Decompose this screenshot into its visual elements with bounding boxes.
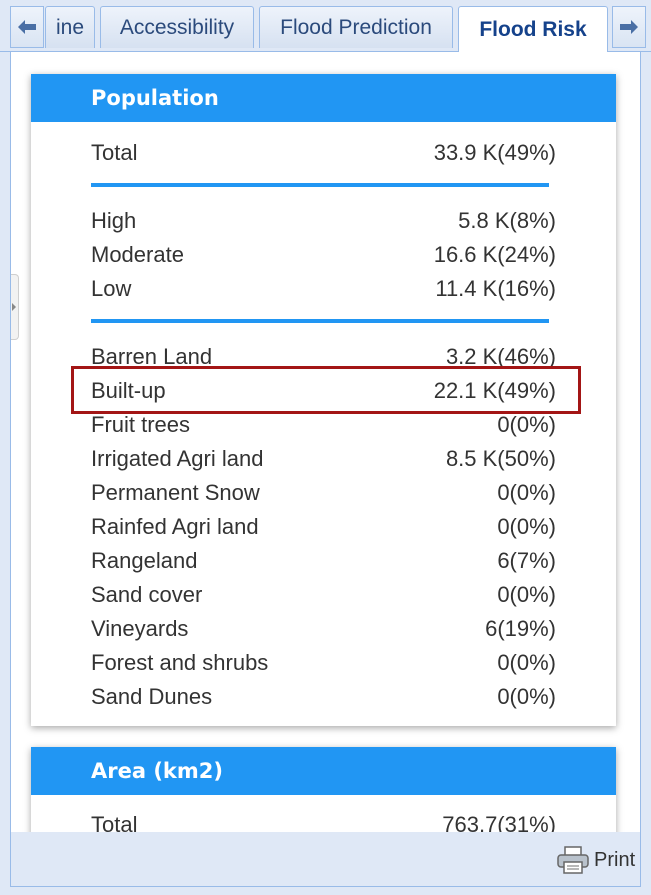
landcover-row-rainfed-agri-land: Rainfed Agri land 0(0%)	[91, 510, 556, 544]
row-label: Total	[91, 812, 138, 832]
footer-toolbar	[10, 832, 641, 887]
row-value: 5.8 K(8%)	[458, 208, 556, 233]
row-value: 0(0%)	[497, 582, 556, 607]
landcover-row-sand-dunes: Sand Dunes 0(0%)	[91, 680, 556, 714]
panel-footer	[0, 832, 651, 895]
population-card: Population Total 33.9 K(49%) High 5.8 K(…	[31, 74, 616, 726]
row-value: 0(0%)	[497, 684, 556, 709]
row-label: Low	[91, 276, 132, 301]
row-label: Built-up	[91, 378, 166, 403]
row-label: Total	[91, 140, 138, 165]
tab-scroll-left-button[interactable]	[10, 6, 44, 48]
row-value: 8.5 K(50%)	[445, 446, 556, 471]
row-value: 3.2 K(46%)	[445, 344, 556, 369]
landcover-row-irrigated-agri-land: Irrigated Agri land 8.5 K(50%)	[91, 442, 556, 476]
row-value: 33.9 K(49%)	[433, 140, 556, 165]
row-label: Fruit trees	[91, 412, 191, 437]
landcover-row-built-up: Built-up 22.1 K(49%)	[91, 374, 556, 408]
risk-row-moderate: Moderate 16.6 K(24%)	[91, 238, 556, 272]
landcover-row-permanent-snow: Permanent Snow 0(0%)	[91, 476, 556, 510]
row-label: Barren Land	[91, 344, 213, 369]
arrow-left-icon	[18, 20, 36, 34]
row-label: Vineyards	[91, 616, 189, 641]
print-label: Print	[594, 848, 636, 871]
tab-accessibility[interactable]: Accessibility	[100, 6, 254, 48]
divider	[91, 183, 549, 187]
collapse-handle[interactable]	[11, 274, 19, 340]
row-label: Moderate	[91, 242, 184, 267]
row-label: Rainfed Agri land	[91, 514, 259, 539]
row-value: 0(0%)	[497, 650, 556, 675]
row-value: 0(0%)	[497, 480, 556, 505]
area-total-row: Total 763.7(31%)	[91, 808, 556, 832]
row-value: 6(7%)	[497, 548, 556, 573]
tab-scroll-right-button[interactable]	[612, 6, 646, 48]
row-value: 6(19%)	[485, 616, 556, 641]
row-value: 16.6 K(24%)	[433, 242, 556, 267]
row-label: High	[91, 208, 137, 233]
row-value: 763.7(31%)	[442, 812, 556, 832]
risk-row-low: Low 11.4 K(16%)	[91, 272, 556, 306]
tab-strip: ine Accessibility Flood Prediction Flood…	[0, 0, 651, 53]
row-value: 11.4 K(16%)	[435, 276, 556, 301]
population-total-row: Total 33.9 K(49%)	[91, 136, 556, 170]
printer-icon	[557, 846, 589, 874]
print-button[interactable]: Print	[556, 842, 635, 878]
row-value: 0(0%)	[497, 412, 556, 437]
row-label: Sand cover	[91, 582, 203, 607]
area-card: Area (km2) Total 763.7(31%)	[31, 747, 616, 832]
row-label: Permanent Snow	[91, 480, 260, 505]
landcover-row-vineyards: Vineyards 6(19%)	[91, 612, 556, 646]
population-card-title: Population	[31, 74, 616, 122]
tab-flood-prediction[interactable]: Flood Prediction	[259, 6, 453, 48]
area-card-title: Area (km2)	[31, 747, 616, 795]
landcover-row-rangeland: Rangeland 6(7%)	[91, 544, 556, 578]
row-value: 0(0%)	[497, 514, 556, 539]
row-label: Sand Dunes	[91, 684, 213, 709]
row-label: Irrigated Agri land	[91, 446, 264, 471]
tab-baseline[interactable]: ine	[45, 6, 95, 48]
landcover-row-fruit-trees: Fruit trees 0(0%)	[91, 408, 556, 442]
divider	[91, 319, 549, 323]
landcover-row-forest-and-shrubs: Forest and shrubs 0(0%)	[91, 646, 556, 680]
landcover-row-sand-cover: Sand cover 0(0%)	[91, 578, 556, 612]
risk-row-high: High 5.8 K(8%)	[91, 204, 556, 238]
row-label: Forest and shrubs	[91, 650, 269, 675]
tab-flood-risk[interactable]: Flood Risk	[458, 6, 608, 53]
arrow-right-icon	[620, 20, 638, 34]
row-label: Rangeland	[91, 548, 198, 573]
row-value: 22.1 K(49%)	[433, 378, 556, 403]
landcover-row-barren-land: Barren Land 3.2 K(46%)	[91, 340, 556, 374]
flood-risk-panel: Population Total 33.9 K(49%) High 5.8 K(…	[10, 52, 641, 832]
